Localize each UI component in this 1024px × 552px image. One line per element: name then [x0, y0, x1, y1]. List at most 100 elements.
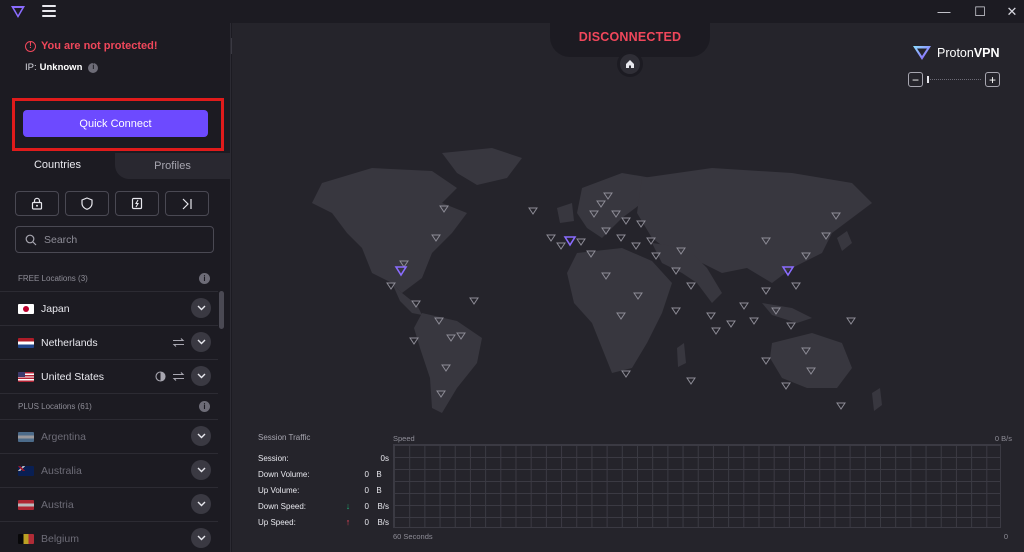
search-input[interactable]	[44, 233, 204, 246]
status-text: You are not protected!	[41, 40, 158, 52]
hamburger-menu-icon[interactable]	[42, 5, 56, 17]
traffic-title: Session Traffic	[258, 433, 311, 442]
tor-icon	[182, 198, 192, 210]
country-row-australia[interactable]: Australia	[0, 453, 218, 487]
flag-jp-icon	[18, 303, 34, 314]
country-list: FREE Locations (3) i Japan Netherlands U…	[0, 265, 218, 552]
tor-filter-button[interactable]	[165, 191, 209, 216]
search-box	[15, 226, 214, 253]
connection-status: DISCONNECTED	[578, 30, 682, 44]
minimize-button[interactable]: —	[928, 0, 960, 23]
map-area: DISCONNECTED Proton VPN − + Session Traff…	[232, 23, 1024, 552]
chevron-down-icon	[197, 339, 205, 345]
chevron-down-icon	[197, 467, 205, 473]
zoom-slider[interactable]	[927, 76, 981, 83]
speed-graph-max: 0 B/s	[994, 434, 1012, 443]
flag-au-icon	[18, 465, 34, 476]
netshield-filter-button[interactable]	[65, 191, 109, 216]
sidebar-tabs: Countries Profiles	[0, 153, 230, 179]
session-row: Session: 0s	[258, 453, 389, 463]
info-icon[interactable]: i	[199, 401, 210, 412]
world-map	[312, 148, 882, 413]
alert-icon: !	[25, 40, 36, 52]
expand-button[interactable]	[191, 366, 211, 386]
zoom-out-button[interactable]: −	[908, 72, 923, 87]
expand-button[interactable]	[191, 426, 211, 446]
brand-name-part2: VPN	[973, 45, 1000, 60]
zoom-in-button[interactable]: +	[985, 72, 1000, 87]
close-button[interactable]: ✕	[996, 0, 1024, 23]
country-name: Netherlands	[41, 336, 98, 349]
sidebar: ! You are not protected! IP: Unknown i Q…	[0, 23, 231, 552]
map-zoom-control: − +	[908, 72, 1000, 87]
free-server-nl-marker	[563, 236, 577, 247]
down-speed-row: Down Speed: ↓ 0 B/s	[258, 501, 389, 511]
home-icon	[626, 60, 634, 68]
up-volume-row: Up Volume: 0 B	[258, 485, 382, 495]
p2p-arrows-icon	[172, 371, 185, 381]
expand-button[interactable]	[191, 332, 211, 352]
p2p-filter-button[interactable]	[115, 191, 159, 216]
up-speed-row: Up Speed: ↑ 0 B/s	[258, 517, 389, 527]
country-row-united-states[interactable]: United States	[0, 359, 218, 393]
flag-us-icon	[18, 371, 34, 382]
arrow-up-icon: ↑	[345, 517, 351, 527]
protection-status: ! You are not protected!	[25, 40, 158, 52]
expand-button[interactable]	[191, 460, 211, 480]
country-row-belgium[interactable]: Belgium	[0, 521, 218, 552]
section-title: FREE Locations (3)	[18, 273, 88, 283]
country-row-netherlands[interactable]: Netherlands	[0, 325, 218, 359]
expand-button[interactable]	[191, 298, 211, 318]
section-title: PLUS Locations (61)	[18, 402, 92, 411]
country-name: United States	[41, 370, 105, 383]
chevron-down-icon	[197, 501, 205, 507]
p2p-arrows-icon	[172, 337, 185, 347]
info-icon[interactable]: i	[88, 62, 99, 73]
zoom-slider-thumb[interactable]	[927, 76, 929, 83]
flag-be-icon	[18, 533, 34, 544]
country-row-japan[interactable]: Japan	[0, 291, 218, 325]
quick-connect-button[interactable]: Quick Connect	[23, 110, 208, 137]
chevron-down-icon	[197, 535, 205, 541]
free-locations-header: FREE Locations (3) i	[0, 265, 218, 291]
brand-name-part1: Proton	[937, 45, 974, 60]
protonvpn-window: — ☐ ✕ ! You are not protected! IP: Unkno…	[0, 0, 1024, 552]
brand-logo: Proton VPN	[912, 44, 1000, 61]
protonvpn-logo-icon	[913, 46, 931, 60]
down-volume-row: Down Volume: 0 B	[258, 469, 382, 479]
country-name: Belgium	[41, 532, 79, 545]
session-traffic-panel: Session Traffic Session: 0s Down Volume:…	[258, 433, 389, 530]
country-row-argentina[interactable]: Argentina	[0, 419, 218, 453]
speed-graph	[393, 444, 1001, 528]
country-name: Australia	[41, 464, 82, 477]
shield-icon	[81, 197, 93, 210]
speed-graph-min: 0	[1003, 532, 1008, 541]
maximize-button[interactable]: ☐	[964, 0, 996, 23]
home-button[interactable]	[617, 51, 643, 77]
chevron-down-icon	[197, 433, 205, 439]
flag-nl-icon	[18, 337, 34, 348]
list-scrollbar[interactable]	[219, 291, 224, 329]
ip-label: IP:	[25, 62, 37, 73]
country-name: Argentina	[41, 430, 86, 443]
chevron-down-icon	[197, 373, 205, 379]
country-name: Japan	[41, 302, 70, 315]
expand-button[interactable]	[191, 494, 211, 514]
title-bar: — ☐ ✕	[0, 0, 1024, 23]
arrow-down-icon: ↓	[345, 501, 351, 511]
search-icon	[25, 234, 37, 245]
secure-core-filter-button[interactable]	[15, 191, 59, 216]
tab-profiles[interactable]: Profiles	[115, 153, 230, 179]
lock-icon	[31, 197, 43, 210]
expand-button[interactable]	[191, 528, 211, 548]
feature-filters	[15, 191, 209, 216]
country-name: Austria	[41, 498, 74, 511]
tab-countries[interactable]: Countries	[0, 153, 115, 179]
country-row-austria[interactable]: Austria	[0, 487, 218, 521]
ip-value: Unknown	[39, 62, 83, 73]
p2p-icon	[131, 197, 143, 210]
info-icon[interactable]: i	[199, 272, 210, 284]
proton-logo-icon	[11, 6, 25, 18]
streaming-icon	[155, 370, 166, 382]
speed-graph-time-label: 60 Seconds	[393, 532, 433, 541]
